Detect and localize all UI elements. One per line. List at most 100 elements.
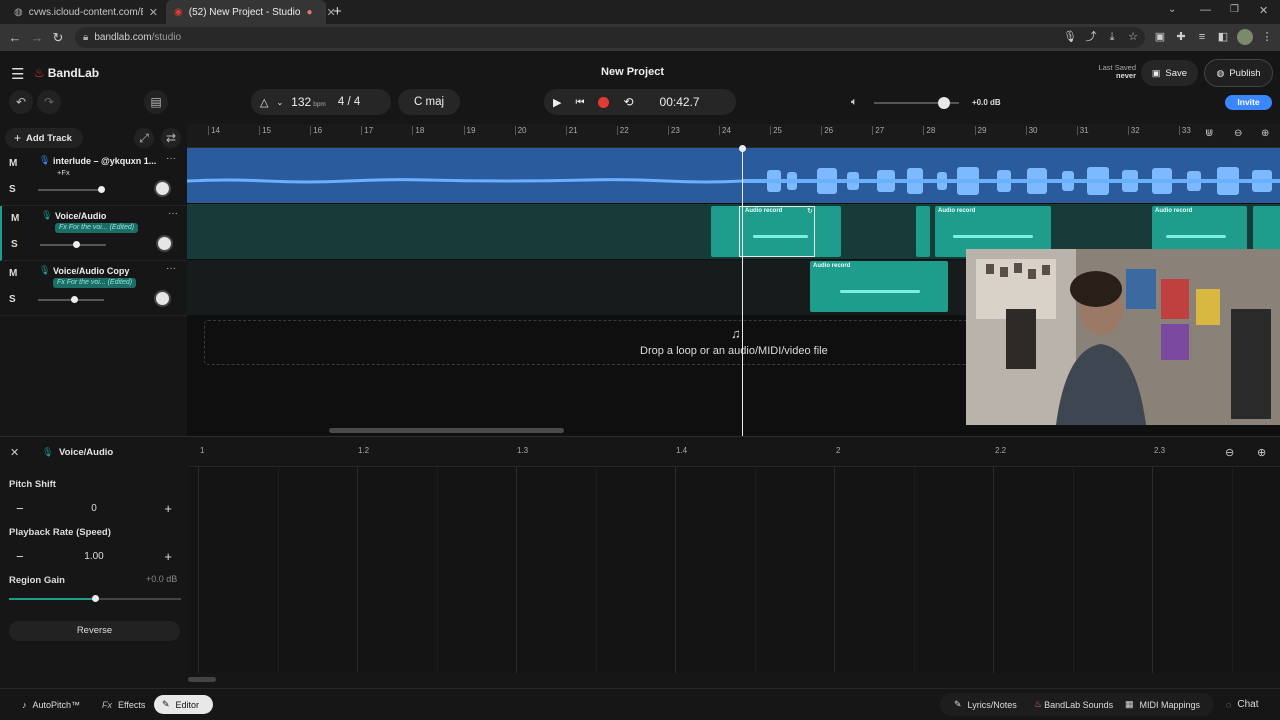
plus-icon[interactable]: + xyxy=(164,501,172,516)
track-header[interactable]: M S 🎙︎ Voice/Audio Fx For the voi... (Ed… xyxy=(0,206,187,261)
track-settings-icon[interactable]: ⇄ xyxy=(161,128,181,148)
pan-knob[interactable] xyxy=(156,235,173,252)
share-icon[interactable]: ⤴ xyxy=(1083,29,1099,45)
pitch-shift-value[interactable]: 0 xyxy=(91,503,97,514)
add-fx-button[interactable]: +Fx xyxy=(57,168,70,177)
back-icon[interactable]: ← xyxy=(5,30,25,45)
play-icon[interactable]: ▶ xyxy=(553,96,561,109)
mute-button[interactable]: M xyxy=(9,158,17,169)
undo-icon[interactable]: ↶ xyxy=(9,90,33,114)
region-gain-slider[interactable] xyxy=(9,595,181,602)
lyrics-notes-button[interactable]: ✎ Lyrics/Notes xyxy=(946,695,1025,714)
bookmark-star-icon[interactable]: ☆ xyxy=(1125,29,1141,45)
save-button[interactable]: ▣ Save xyxy=(1141,60,1198,86)
pan-knob[interactable] xyxy=(154,290,171,307)
plus-icon[interactable]: + xyxy=(164,549,172,564)
puzzle-icon[interactable]: ✚ xyxy=(1173,29,1189,45)
media-icon[interactable]: ≡ xyxy=(1194,29,1210,45)
new-tab-button[interactable]: + xyxy=(333,3,342,20)
view-toggle-icon[interactable]: ▤ xyxy=(144,90,168,114)
playhead[interactable] xyxy=(742,148,743,436)
playhead-handle[interactable] xyxy=(739,145,746,152)
time-signature[interactable]: 4 / 4 xyxy=(338,96,360,108)
volume-knob[interactable] xyxy=(71,296,79,303)
bandlab-logo[interactable]: ♨ BandLab xyxy=(34,66,99,80)
solo-button[interactable]: S xyxy=(11,239,18,250)
loop-region-icon[interactable]: ↻ xyxy=(807,207,813,215)
fx-preset-tag[interactable]: Fx For the voi... (Edited) xyxy=(55,223,139,233)
audio-region-interlude[interactable] xyxy=(187,148,1280,203)
bpm-value[interactable]: 132 xyxy=(291,95,311,109)
project-title[interactable]: New Project xyxy=(560,66,705,78)
volume-icon[interactable]: 🔈︎ xyxy=(851,96,858,109)
chevron-down-icon[interactable]: ⌄ xyxy=(276,98,283,107)
automation-icon[interactable]: ⤢ xyxy=(134,128,154,148)
region-gain-knob[interactable] xyxy=(92,595,99,602)
zoom-out-icon[interactable]: ⊖ xyxy=(1234,128,1242,139)
track-name[interactable]: Voice/Audio xyxy=(55,211,106,221)
playback-rate-value[interactable]: 1.00 xyxy=(84,551,103,562)
record-button[interactable] xyxy=(598,96,610,108)
track-name[interactable]: interlude – @ykquxn 1... xyxy=(53,156,156,166)
profile-avatar[interactable] xyxy=(1237,29,1253,45)
key-selector[interactable]: C maj xyxy=(398,89,460,115)
effects-button[interactable]: Fx Effects xyxy=(94,695,153,714)
minimize-icon[interactable]: — xyxy=(1200,4,1211,16)
zoom-out-icon[interactable]: ⊖ xyxy=(1225,446,1234,459)
fx-preset-tag[interactable]: Fx For the voi... (Edited) xyxy=(53,278,137,288)
midi-mappings-button[interactable]: ▦ MIDI Mappings xyxy=(1117,695,1208,714)
volume-knob[interactable] xyxy=(73,241,81,248)
track-volume-slider[interactable] xyxy=(38,186,105,193)
solo-button[interactable]: S xyxy=(9,294,16,305)
close-editor-icon[interactable]: ✕ xyxy=(10,446,19,459)
invite-button[interactable]: Invite xyxy=(1225,95,1272,110)
drop-zone[interactable] xyxy=(204,320,994,365)
sidebar-icon[interactable]: ◧ xyxy=(1215,29,1231,45)
mute-button[interactable]: M xyxy=(11,213,19,224)
tab-search-icon[interactable]: ⌄ xyxy=(1168,4,1176,15)
volume-knob[interactable] xyxy=(97,186,105,193)
browser-tab-icloud[interactable]: ◍ cvws.icloud-content.com/B/ATD ✕ xyxy=(6,0,166,24)
loop-icon[interactable]: ⟲ xyxy=(623,95,633,109)
browser-tab-studio[interactable]: ◉ (52) New Project - Studio ● ✕ xyxy=(166,0,336,24)
master-volume-slider[interactable] xyxy=(874,97,959,109)
horizontal-scrollbar[interactable] xyxy=(329,428,564,433)
address-bar[interactable]: 🔒︎ bandlab.com/studio xyxy=(75,27,1145,48)
minus-icon[interactable]: − xyxy=(16,501,24,516)
download-icon[interactable]: ⤓ xyxy=(1104,29,1120,45)
editor-scrollbar[interactable] xyxy=(188,677,216,682)
zoom-in-icon[interactable]: ⊕ xyxy=(1257,446,1266,459)
close-tab-icon[interactable]: ✕ xyxy=(149,6,158,19)
solo-button[interactable]: S xyxy=(9,184,16,195)
track-volume-slider[interactable] xyxy=(40,241,106,248)
hamburger-menu-icon[interactable]: ☰ xyxy=(11,65,24,83)
forward-icon[interactable]: → xyxy=(27,30,47,45)
tempo-control[interactable]: △ ⌄ 132 bpm 4 / 4 xyxy=(251,89,391,115)
editor-grid[interactable] xyxy=(188,467,1280,673)
editor-ruler[interactable]: 1 1.2 1.3 1.4 2 2.2 2.3 xyxy=(188,437,1280,467)
track-volume-slider[interactable] xyxy=(38,296,104,303)
track-header[interactable]: M S 🎙︎ Voice/Audio Copy Fx For the voi..… xyxy=(0,261,187,316)
track-name[interactable]: Voice/Audio Copy xyxy=(53,266,129,276)
pan-knob[interactable] xyxy=(154,180,171,197)
snap-magnet-icon[interactable]: ⋓ xyxy=(1205,128,1213,139)
selected-region-outline[interactable] xyxy=(739,206,815,257)
audio-region[interactable]: Audio record ↻ xyxy=(711,206,841,257)
track-header[interactable]: M S 🎙︎ interlude – @ykquxn 1... +Fx ··· xyxy=(0,151,187,206)
reload-icon[interactable]: ↻ xyxy=(48,30,68,46)
editor-button[interactable]: ✎ Editor xyxy=(154,695,213,714)
metronome-icon[interactable]: △ xyxy=(260,96,268,109)
publish-button[interactable]: ◍ Publish xyxy=(1204,59,1273,87)
more-options-icon[interactable]: ··· xyxy=(166,263,176,274)
redo-icon[interactable]: ↷ xyxy=(37,90,61,114)
menu-kebab-icon[interactable]: ⋮ xyxy=(1259,29,1275,45)
skip-to-start-icon[interactable]: ⏮︎ xyxy=(575,97,584,108)
restore-icon[interactable]: ❐ xyxy=(1230,4,1239,15)
close-window-icon[interactable]: ✕ xyxy=(1259,4,1268,17)
mute-button[interactable]: M xyxy=(9,268,17,279)
autopitch-button[interactable]: ♪ AutoPitch™ xyxy=(14,695,88,714)
chat-button[interactable]: ◌ Chat xyxy=(1218,695,1266,714)
timeline-ruler[interactable]: 14 15 16 17 18 19 20 21 22 23 24 25 26 27 28 29 30 31 32 33 xyxy=(187,124,1280,148)
reverse-button[interactable]: Reverse xyxy=(9,621,180,641)
extension-icon[interactable]: ▣ xyxy=(1152,29,1168,45)
